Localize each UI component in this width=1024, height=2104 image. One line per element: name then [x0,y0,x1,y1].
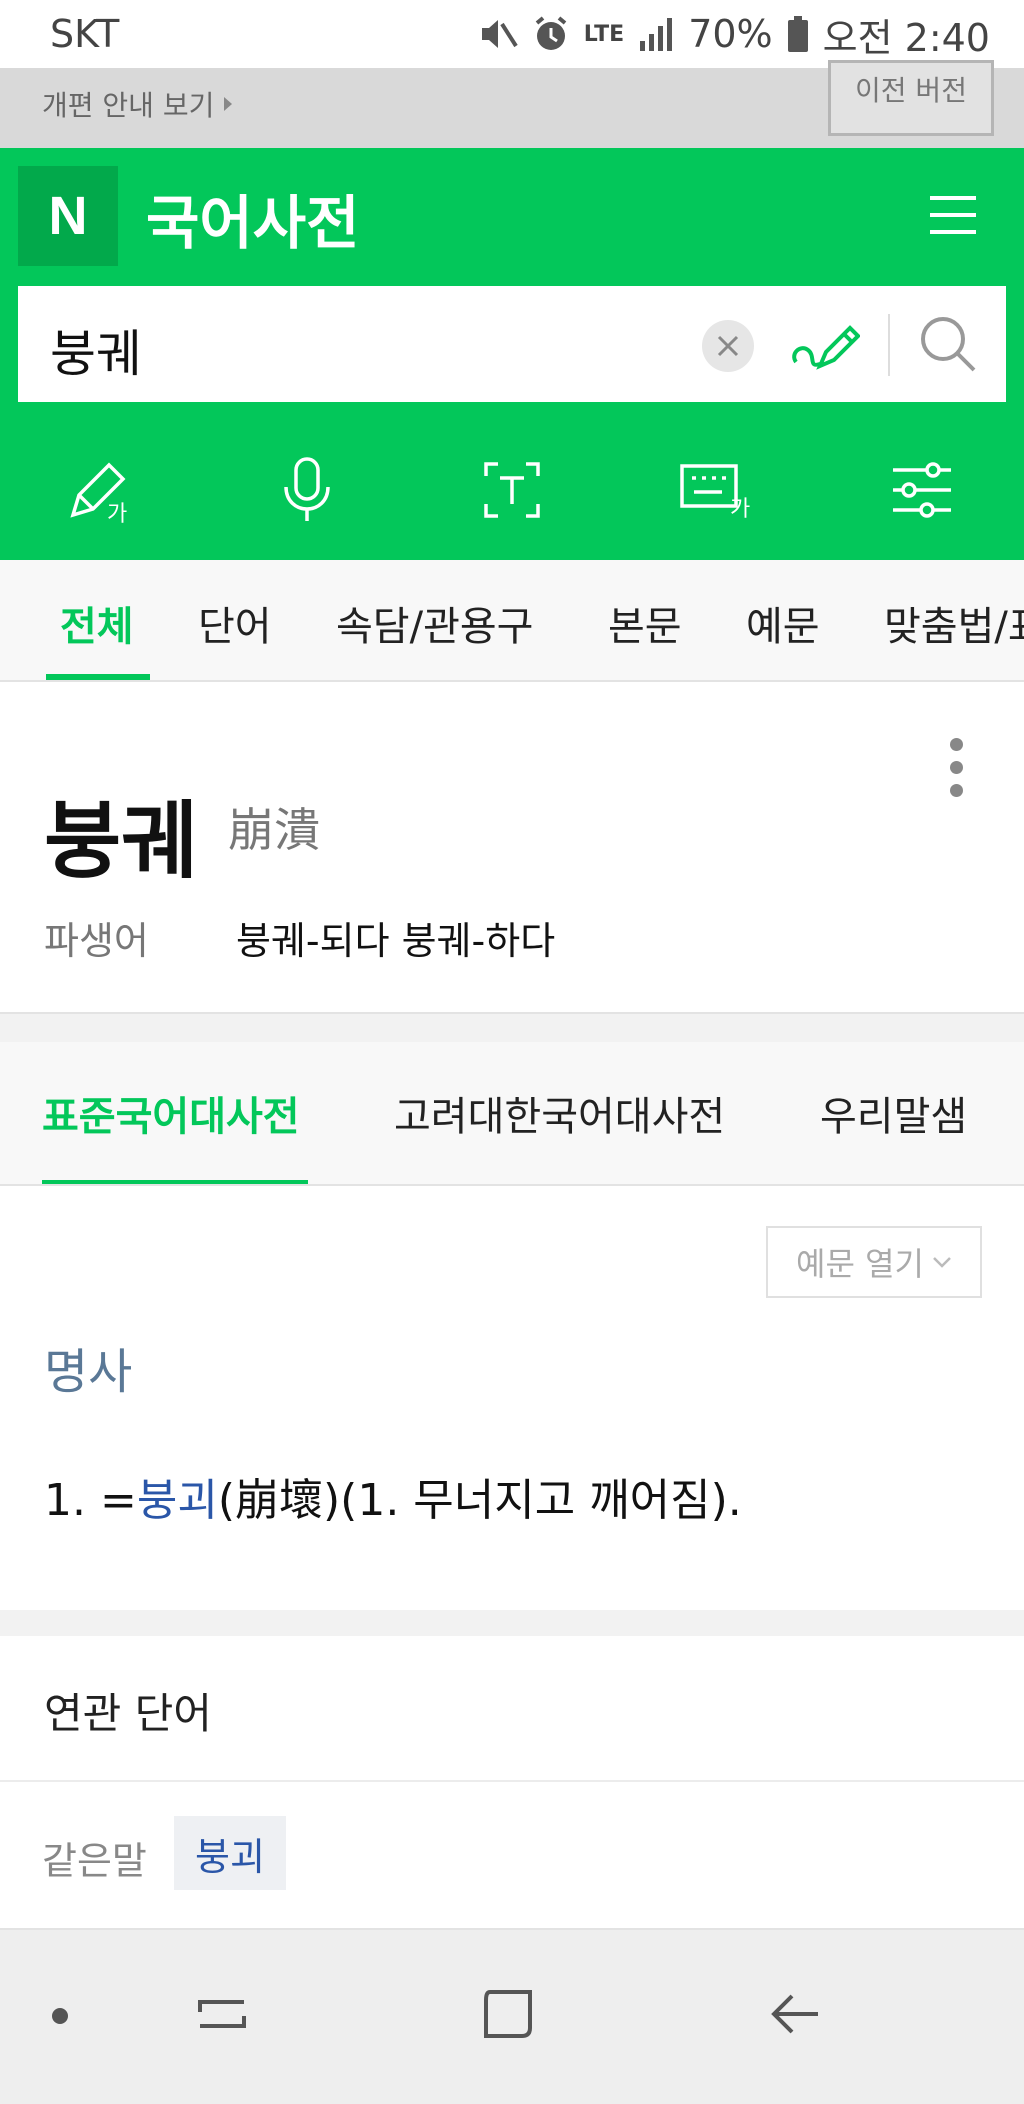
battery-percent: 70% [688,12,773,56]
active-tab-indicator [46,674,150,680]
keyboard-icon: 가 [680,464,750,518]
text-recognition-tool-button[interactable] [410,420,615,560]
dot-icon [52,2008,68,2024]
mute-icon [481,20,518,48]
clock: 오전 2:40 [822,15,990,60]
open-examples-label: 예문 열기 [796,1245,924,1283]
redesign-guide-link[interactable]: 개편 안내 보기 [42,84,233,124]
tab-standard-dictionary[interactable]: 표준국어대사전 [42,1084,300,1142]
close-icon [717,335,739,357]
svg-text:가: 가 [107,502,127,525]
status-bar: SKT LTE 70% 오전 2:40 [0,0,1024,68]
handwriting-pen-icon[interactable] [790,314,860,376]
back-arrow-icon[interactable] [770,1988,822,2040]
keyboard-tool-button[interactable]: 가 [614,420,819,560]
search-input[interactable]: 붕궤 [50,314,142,386]
dictionary-header: N 국어사전 붕궤 가 가 [0,148,1024,560]
chevron-down-icon [933,1257,951,1268]
old-version-button[interactable]: 이전 버전 [828,60,994,136]
alarm-icon [535,16,567,50]
home-icon[interactable] [482,1988,534,2040]
app-title[interactable]: 국어사전 [146,176,359,260]
related-words-section: 연관 단어 같은말 붕괴 [0,1636,1024,1930]
related-divider [0,1780,1024,1782]
search-bar: 붕궤 [18,286,1006,402]
system-nav-bar [0,1930,1024,2104]
tab-all[interactable]: 전체 [60,594,134,652]
redesign-guide-label: 개편 안내 보기 [42,89,215,122]
related-words-title: 연관 단어 [44,1689,212,1738]
svg-text:가: 가 [730,497,750,518]
open-examples-button[interactable]: 예문 열기 [766,1226,982,1298]
tab-body[interactable]: 본문 [608,594,682,652]
battery-icon [787,16,808,52]
hanja: 崩潰 [228,803,320,857]
notice-banner: 개편 안내 보기 이전 버전 [0,60,1024,148]
caret-right-icon [224,97,233,111]
dictionary-tabs: 표준국어대사전 고려대한국어대사전 우리말샘 [0,1042,1024,1186]
input-tools: 가 가 [0,420,1024,560]
synonym-chip[interactable]: 붕괴 [174,1816,286,1890]
tab-spelling[interactable]: 맞춤법/표 [884,594,1024,652]
logo-letter: N [48,186,88,246]
network-type: LTE [583,21,625,47]
recent-apps-icon[interactable] [196,1988,248,2040]
tab-words[interactable]: 단어 [198,594,272,652]
entry-card: 붕궤 崩潰 파생어 붕궤-되다 붕궤-하다 [0,684,1024,1014]
pen-icon: 가 [70,462,128,525]
section-gap [0,1014,1024,1042]
definition-section: 예문 열기 명사 1. =붕괴(崩壞)(1. 무너지고 깨어짐). [0,1186,1024,1610]
tab-korea-univ-dictionary[interactable]: 고려대한국어대사전 [394,1084,725,1142]
tab-urimalsaem[interactable]: 우리말샘 [820,1084,967,1142]
carrier-label: SKT [50,12,120,56]
search-icon[interactable] [918,314,978,374]
signal-icon [640,18,673,51]
more-options-icon[interactable] [950,738,964,798]
definition-text: 1. =붕괴(崩壞)(1. 무너지고 깨어짐). [44,1464,742,1528]
section-gap [0,1610,1024,1636]
definition-link[interactable]: 붕괴 [137,1475,218,1526]
clear-search-button[interactable] [702,320,754,372]
handwriting-tool-button[interactable]: 가 [0,420,205,560]
tab-idioms[interactable]: 속담/관용구 [336,594,533,652]
voice-tool-button[interactable] [205,420,410,560]
definition-number: 1. [44,1475,86,1526]
text-scan-icon [484,462,540,518]
category-tabs: 전체 단어 속담/관용구 본문 예문 맞춤법/표 [0,560,1024,682]
part-of-speech: 명사 [44,1344,133,1400]
status-icons: LTE 70% 오전 2:40 [478,7,990,62]
derivative-label: 파생어 [44,919,149,963]
derivative-words[interactable]: 붕궤-되다 붕궤-하다 [236,910,555,965]
naver-logo[interactable]: N [18,166,118,266]
definition-equals: = [99,1475,137,1526]
filter-settings-button[interactable] [819,420,1024,560]
hamburger-menu-icon[interactable] [930,192,976,238]
tab-examples[interactable]: 예문 [746,594,820,652]
sliders-icon [892,462,951,518]
search-divider [888,314,890,376]
headword: 붕궤 [44,792,199,890]
synonym-label: 같은말 [42,1839,147,1883]
microphone-icon [284,457,330,521]
definition-gloss: (崩壞)(1. 무너지고 깨어짐). [217,1475,742,1526]
old-version-label: 이전 버전 [855,74,967,107]
